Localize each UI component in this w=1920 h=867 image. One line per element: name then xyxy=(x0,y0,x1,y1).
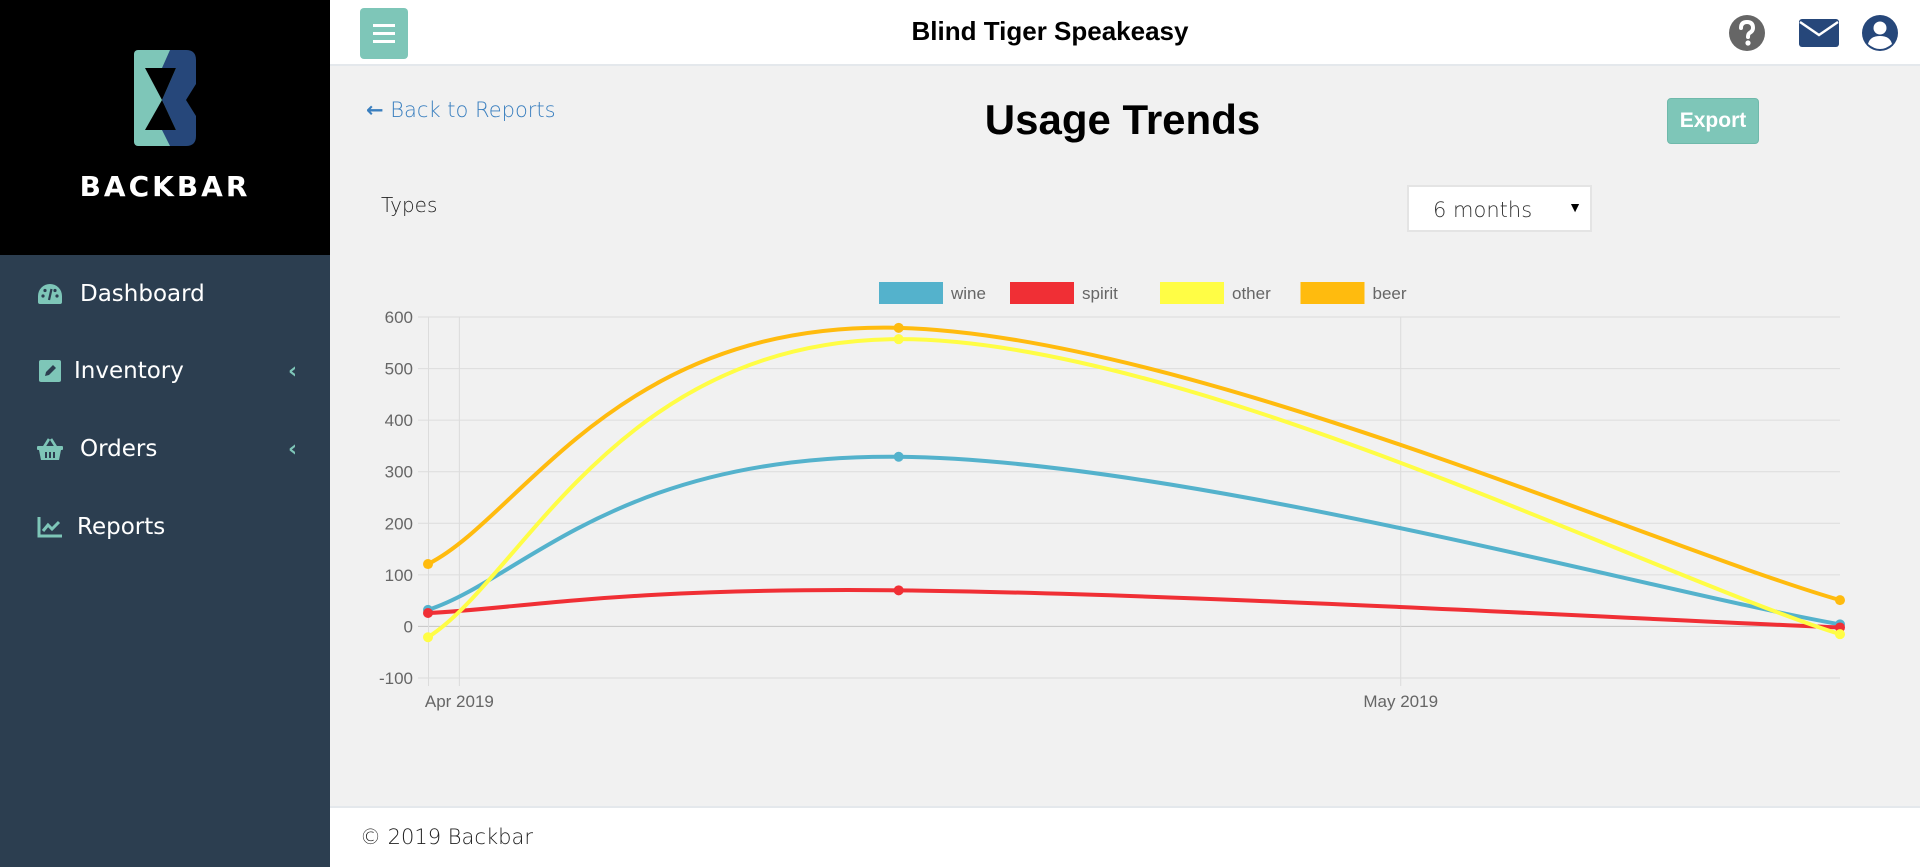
sidebar-item-label: Orders xyxy=(80,436,158,462)
data-point-spirit xyxy=(1835,622,1845,633)
series-line-other xyxy=(426,337,1841,639)
y-tick-label: 100 xyxy=(385,566,413,585)
legend-label-spirit: spirit xyxy=(1082,284,1118,303)
series-line-wine xyxy=(427,454,1841,627)
period-select-value: 6 months xyxy=(1433,198,1533,222)
data-point-spirit xyxy=(423,608,433,619)
help-icon[interactable] xyxy=(1728,14,1766,52)
mail-icon[interactable] xyxy=(1799,17,1839,49)
y-tick-label: -100 xyxy=(379,669,413,688)
sidebar: BACKBAR Dashboard Inventory ‹ Orders ‹ R… xyxy=(0,0,330,867)
y-tick-label: 600 xyxy=(385,308,413,327)
sidebar-item-reports[interactable]: Reports xyxy=(0,497,330,557)
sidebar-item-orders[interactable]: Orders ‹ xyxy=(0,419,330,479)
basket-icon xyxy=(36,435,64,463)
chevron-left-icon: ‹ xyxy=(288,436,298,462)
data-point-wine xyxy=(423,604,433,615)
y-tick-label: 400 xyxy=(385,411,413,430)
legend-swatch-beer xyxy=(1300,282,1365,304)
types-label: Types xyxy=(381,193,438,217)
sidebar-item-label: Inventory xyxy=(74,358,184,384)
legend-label-beer: beer xyxy=(1373,284,1407,303)
data-point-beer xyxy=(1835,595,1845,606)
chart-line-icon xyxy=(36,513,64,541)
dashboard-icon xyxy=(36,280,64,308)
legend-swatch-wine xyxy=(879,282,943,304)
data-point-other xyxy=(1835,629,1845,640)
y-tick-label: 200 xyxy=(385,514,413,533)
caret-down-icon: ▼ xyxy=(1568,199,1582,215)
legend-swatch-spirit xyxy=(1010,282,1074,304)
edit-icon xyxy=(36,357,64,385)
period-select[interactable]: 6 months ▼ xyxy=(1407,185,1592,232)
data-point-spirit xyxy=(893,585,904,596)
data-point-other xyxy=(423,632,433,643)
y-tick-label: 300 xyxy=(385,463,413,482)
brand-area: BACKBAR xyxy=(0,0,330,255)
y-tick-label: 0 xyxy=(404,617,413,636)
series-line-spirit xyxy=(427,588,1841,630)
top-header: Blind Tiger Speakeasy xyxy=(330,0,1920,66)
page-title-text: Usage Trends xyxy=(984,96,1261,143)
data-point-beer xyxy=(893,322,904,333)
series-line-beer xyxy=(427,325,1841,603)
export-button[interactable]: Export xyxy=(1667,98,1759,144)
user-icon[interactable] xyxy=(1861,14,1899,52)
data-point-beer xyxy=(423,559,433,570)
backbar-logo-icon xyxy=(134,50,196,146)
sidebar-item-inventory[interactable]: Inventory ‹ xyxy=(0,341,330,401)
data-point-other xyxy=(893,334,904,345)
site-title: Blind Tiger Speakeasy xyxy=(911,16,1189,46)
sidebar-item-label: Dashboard xyxy=(80,281,205,307)
y-tick-label: 500 xyxy=(385,360,413,379)
legend-label-wine: wine xyxy=(950,284,986,303)
sidebar-item-label: Reports xyxy=(77,514,166,540)
data-point-wine xyxy=(893,451,904,462)
legend-label-other: other xyxy=(1232,284,1271,303)
copyright-text: © 2019 Backbar xyxy=(360,825,533,849)
chevron-left-icon: ‹ xyxy=(288,358,298,384)
sidebar-item-dashboard[interactable]: Dashboard xyxy=(0,264,330,324)
x-tick-label: May 2019 xyxy=(1363,692,1438,711)
data-point-wine xyxy=(1835,619,1845,630)
brand-name: BACKBAR xyxy=(79,170,251,203)
x-tick-label: Apr 2019 xyxy=(425,692,494,711)
footer: © 2019 Backbar xyxy=(330,806,1920,867)
legend-swatch-other xyxy=(1160,282,1224,304)
